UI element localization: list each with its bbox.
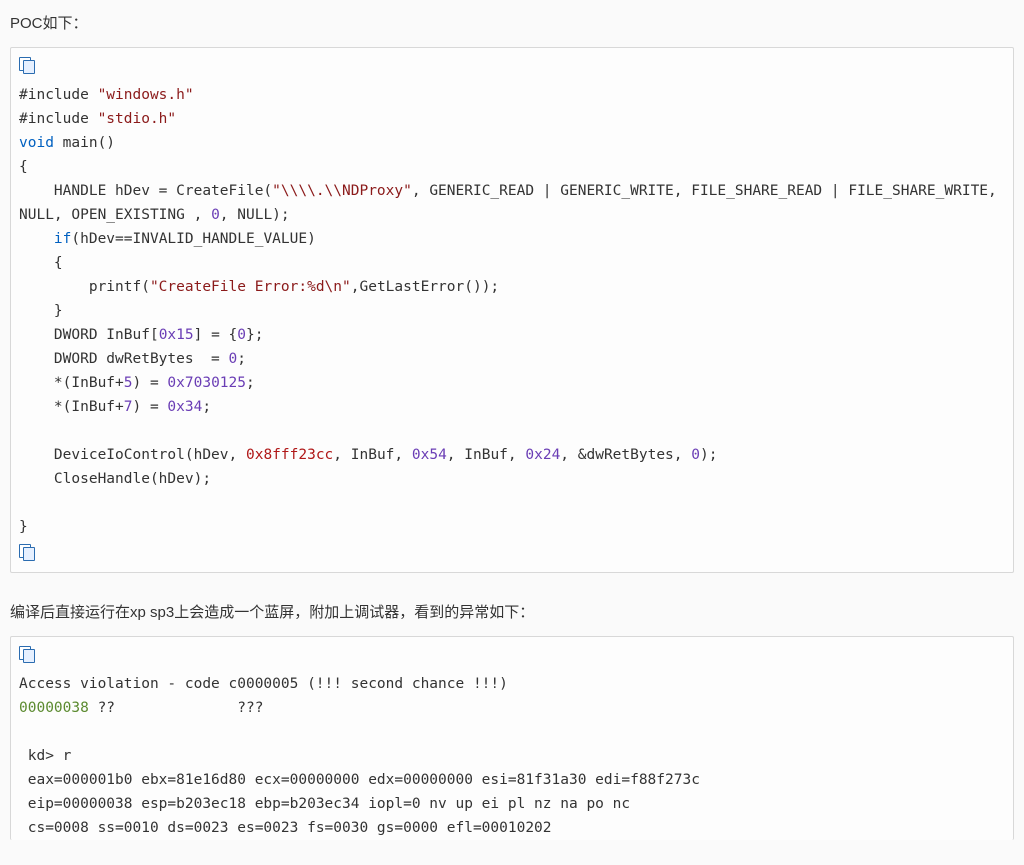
code-block-poc: #include "windows.h" #include "stdio.h" …	[10, 47, 1014, 573]
copy-icon[interactable]	[19, 545, 37, 561]
copy-icon[interactable]	[19, 58, 37, 74]
copy-icon[interactable]	[19, 647, 37, 663]
code-content-debugger: Access violation - code c0000005 (!!! se…	[19, 672, 1005, 840]
mid-paragraph: 编译后直接运行在xp sp3上会造成一个蓝屏，附加上调试器，看到的异常如下：	[10, 601, 1014, 622]
intro-paragraph: POC如下：	[10, 12, 1014, 33]
code-content-poc: #include "windows.h" #include "stdio.h" …	[19, 83, 1005, 539]
code-block-debugger: Access violation - code c0000005 (!!! se…	[10, 636, 1014, 840]
